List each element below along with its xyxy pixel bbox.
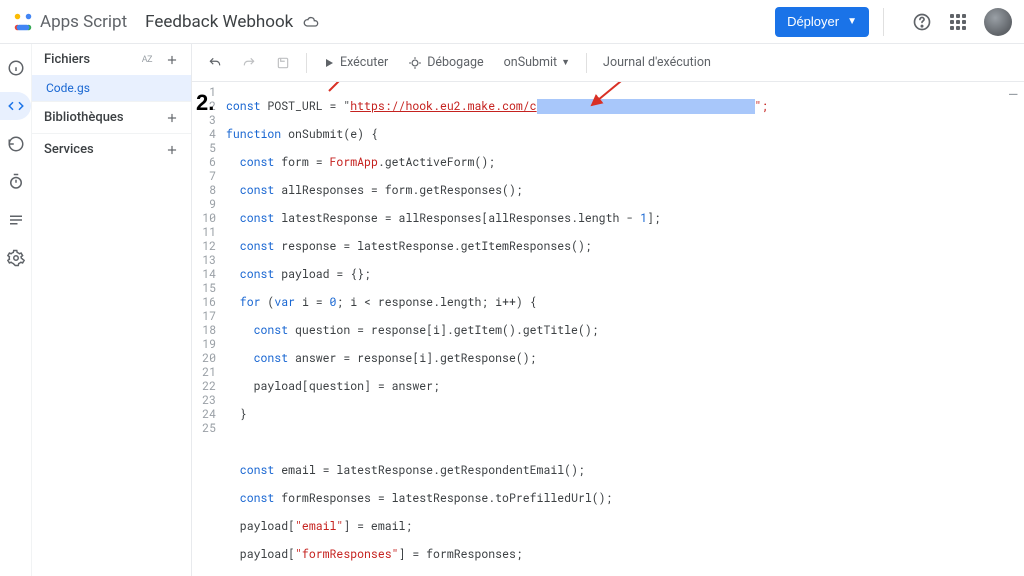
rail-overview-icon[interactable]	[4, 56, 28, 80]
help-icon[interactable]	[910, 10, 934, 34]
files-sidebar: Fichiers AZ Code.gs Bibliothèques Servic…	[32, 44, 192, 576]
left-rail	[0, 44, 32, 576]
logo-wrap: Apps Script	[12, 11, 127, 33]
line-gutter: 1234567891011121314151617181920212223242…	[192, 82, 222, 576]
add-file-icon[interactable]	[165, 53, 179, 67]
code-content[interactable]: const POST_URL = "https://hook.eu2.make.…	[222, 82, 1024, 576]
user-avatar[interactable]	[984, 8, 1012, 36]
code-editor[interactable]: — 12345678910111213141516171819202122232…	[192, 82, 1024, 576]
add-service-icon[interactable]	[165, 143, 179, 157]
file-code-gs[interactable]: Code.gs	[32, 75, 191, 101]
sort-az-icon[interactable]: AZ	[139, 53, 155, 67]
function-selector[interactable]: onSubmit▼	[498, 51, 576, 74]
rail-executions-icon[interactable]	[4, 208, 28, 232]
cloud-status-icon	[303, 14, 319, 30]
rail-triggers-icon[interactable]	[4, 170, 28, 194]
editor-column: Exécuter Débogage onSubmit▼ Journal d'ex…	[192, 44, 1024, 576]
sidebar-files-header: Fichiers AZ	[32, 44, 191, 75]
annotation-arrow-2	[258, 82, 367, 114]
project-name[interactable]: Feedback Webhook	[145, 12, 293, 32]
chevron-down-icon: ▼	[847, 16, 857, 27]
sidebar-services-label: Services	[44, 142, 94, 157]
rail-settings-icon[interactable]	[4, 246, 28, 270]
annotation-2: 2.	[196, 96, 214, 110]
deploy-button[interactable]: Déployer ▼	[775, 7, 869, 37]
app-header: Apps Script Feedback Webhook Déployer ▼	[0, 0, 1024, 44]
editor-toolbar: Exécuter Débogage onSubmit▼ Journal d'ex…	[192, 44, 1024, 82]
deploy-label: Déployer	[787, 14, 839, 29]
chevron-down-icon: ▼	[561, 57, 570, 68]
run-button[interactable]: Exécuter	[317, 51, 394, 74]
save-button[interactable]	[270, 52, 296, 74]
sidebar-libraries-header[interactable]: Bibliothèques	[32, 102, 191, 133]
add-library-icon[interactable]	[165, 111, 179, 125]
apps-script-logo-icon	[12, 11, 34, 33]
rail-history-icon[interactable]	[4, 132, 28, 156]
header-divider	[883, 8, 884, 36]
sidebar-libraries-label: Bibliothèques	[44, 110, 124, 125]
product-name: Apps Script	[40, 12, 127, 32]
apps-grid-icon[interactable]	[946, 10, 970, 34]
redo-button[interactable]	[236, 52, 262, 74]
sidebar-files-label: Fichiers	[44, 52, 90, 67]
rail-editor-icon[interactable]	[4, 94, 28, 118]
sidebar-services-header[interactable]: Services	[32, 134, 191, 165]
annotation-arrow-1	[518, 82, 637, 128]
undo-button[interactable]	[202, 52, 228, 74]
debug-button[interactable]: Débogage	[402, 51, 489, 74]
execution-log-button[interactable]: Journal d'exécution	[597, 51, 717, 74]
